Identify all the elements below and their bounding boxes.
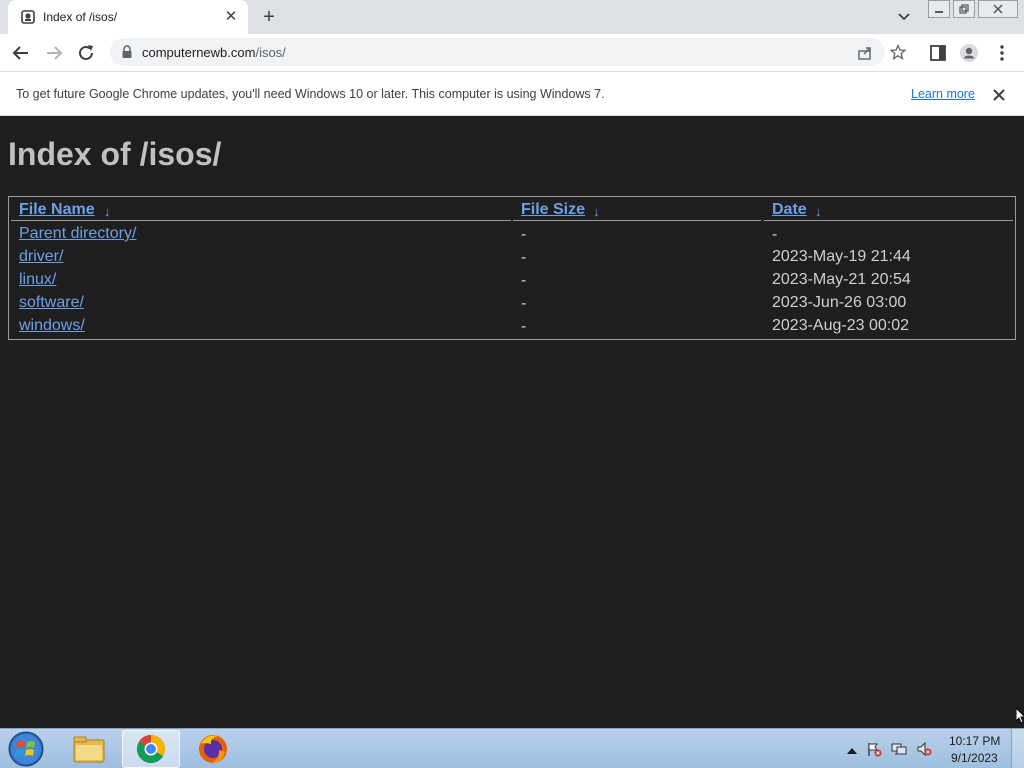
file-date: 2023-May-19 21:44 xyxy=(772,248,911,265)
profile-icon[interactable] xyxy=(959,43,979,63)
minimize-icon xyxy=(935,11,943,13)
clock-time[interactable]: 10:17 PM xyxy=(949,734,1000,748)
taskbar-chrome[interactable] xyxy=(122,730,180,768)
file-size: - xyxy=(521,318,527,335)
column-header-file-size[interactable]: File Size xyxy=(521,201,585,219)
file-size: - xyxy=(521,272,527,289)
lock-icon[interactable] xyxy=(121,45,133,59)
show-desktop-button[interactable] xyxy=(1011,729,1024,768)
column-header-file-name[interactable]: File Name xyxy=(19,201,95,219)
page-title: Index of /isos/ xyxy=(8,136,222,172)
file-size: - xyxy=(521,249,527,266)
taskbar-file-explorer[interactable] xyxy=(60,730,118,768)
browser-tab[interactable]: Index of /isos/ ✕ xyxy=(8,0,248,34)
header-divider xyxy=(764,220,1013,221)
restore-icon xyxy=(959,4,969,14)
sort-arrow-icon[interactable]: ↓ xyxy=(593,204,600,219)
learn-more-link[interactable]: Learn more xyxy=(911,87,975,101)
file-link[interactable]: driver/ xyxy=(19,248,63,266)
update-infobar: To get future Google Chrome updates, you… xyxy=(0,71,1024,116)
share-icon[interactable] xyxy=(857,45,873,61)
browser-toolbar: computernewb.com/isos/ xyxy=(0,34,1024,71)
infobar-close-icon[interactable] xyxy=(990,86,1008,104)
file-link[interactable]: software/ xyxy=(19,294,84,312)
minimize-button[interactable] xyxy=(928,0,950,18)
tab-title: Index of /isos/ xyxy=(43,10,118,24)
file-date: - xyxy=(772,226,778,243)
mouse-cursor-icon xyxy=(1016,708,1024,724)
new-tab-button[interactable]: + xyxy=(259,7,279,27)
file-date: 2023-Jun-26 03:00 xyxy=(772,294,907,311)
tab-search-icon[interactable] xyxy=(895,9,913,25)
file-link[interactable]: Parent directory/ xyxy=(19,225,136,243)
start-button-icon[interactable] xyxy=(6,730,46,768)
sort-arrow-icon[interactable]: ↓ xyxy=(815,204,822,219)
taskbar-firefox[interactable] xyxy=(184,730,242,768)
header-divider xyxy=(513,220,761,221)
url-text[interactable]: computernewb.com/isos/ xyxy=(142,45,286,60)
header-divider xyxy=(11,220,511,221)
taskbar: 10:17 PM 9/1/2023 xyxy=(0,728,1024,768)
clock-date[interactable]: 9/1/2023 xyxy=(951,751,998,765)
url-path: /isos/ xyxy=(255,45,286,60)
reload-icon[interactable] xyxy=(75,42,97,64)
tab-close-icon[interactable]: ✕ xyxy=(223,9,239,25)
restore-button[interactable] xyxy=(953,0,975,18)
bookmark-star-icon[interactable] xyxy=(890,44,906,60)
file-link[interactable]: windows/ xyxy=(19,317,85,335)
chrome-icon xyxy=(137,735,165,763)
folder-icon xyxy=(73,736,105,763)
network-icon[interactable] xyxy=(891,741,907,757)
infobar-message: To get future Google Chrome updates, you… xyxy=(16,87,605,101)
side-panel-icon[interactable] xyxy=(928,43,948,63)
tray-expand-icon[interactable] xyxy=(844,743,860,759)
sort-arrow-icon[interactable]: ↓ xyxy=(104,204,111,219)
file-date: 2023-Aug-23 00:02 xyxy=(772,317,909,334)
volume-muted-icon[interactable] xyxy=(916,741,932,757)
address-bar[interactable]: computernewb.com/isos/ xyxy=(110,38,906,66)
page-content: Index of /isos/ File Name ↓ File Size ↓ … xyxy=(0,116,1024,728)
url-host: computernewb.com xyxy=(142,45,256,60)
window-close-button[interactable] xyxy=(978,0,1018,18)
action-center-flag-icon[interactable] xyxy=(866,741,882,757)
window-close-icon xyxy=(993,4,1003,14)
favicon-icon xyxy=(21,10,35,24)
file-date: 2023-May-21 20:54 xyxy=(772,271,911,288)
tab-strip: Index of /isos/ ✕ + xyxy=(0,0,1024,34)
forward-icon[interactable] xyxy=(43,42,65,64)
file-size: - xyxy=(521,226,527,243)
file-link[interactable]: linux/ xyxy=(19,271,56,289)
menu-icon[interactable] xyxy=(992,43,1012,63)
firefox-icon xyxy=(199,735,227,763)
file-listing-table: File Name ↓ File Size ↓ Date ↓ Parent di… xyxy=(8,196,1016,340)
file-size: - xyxy=(521,295,527,312)
back-icon[interactable] xyxy=(10,42,32,64)
column-header-date[interactable]: Date xyxy=(772,201,807,219)
